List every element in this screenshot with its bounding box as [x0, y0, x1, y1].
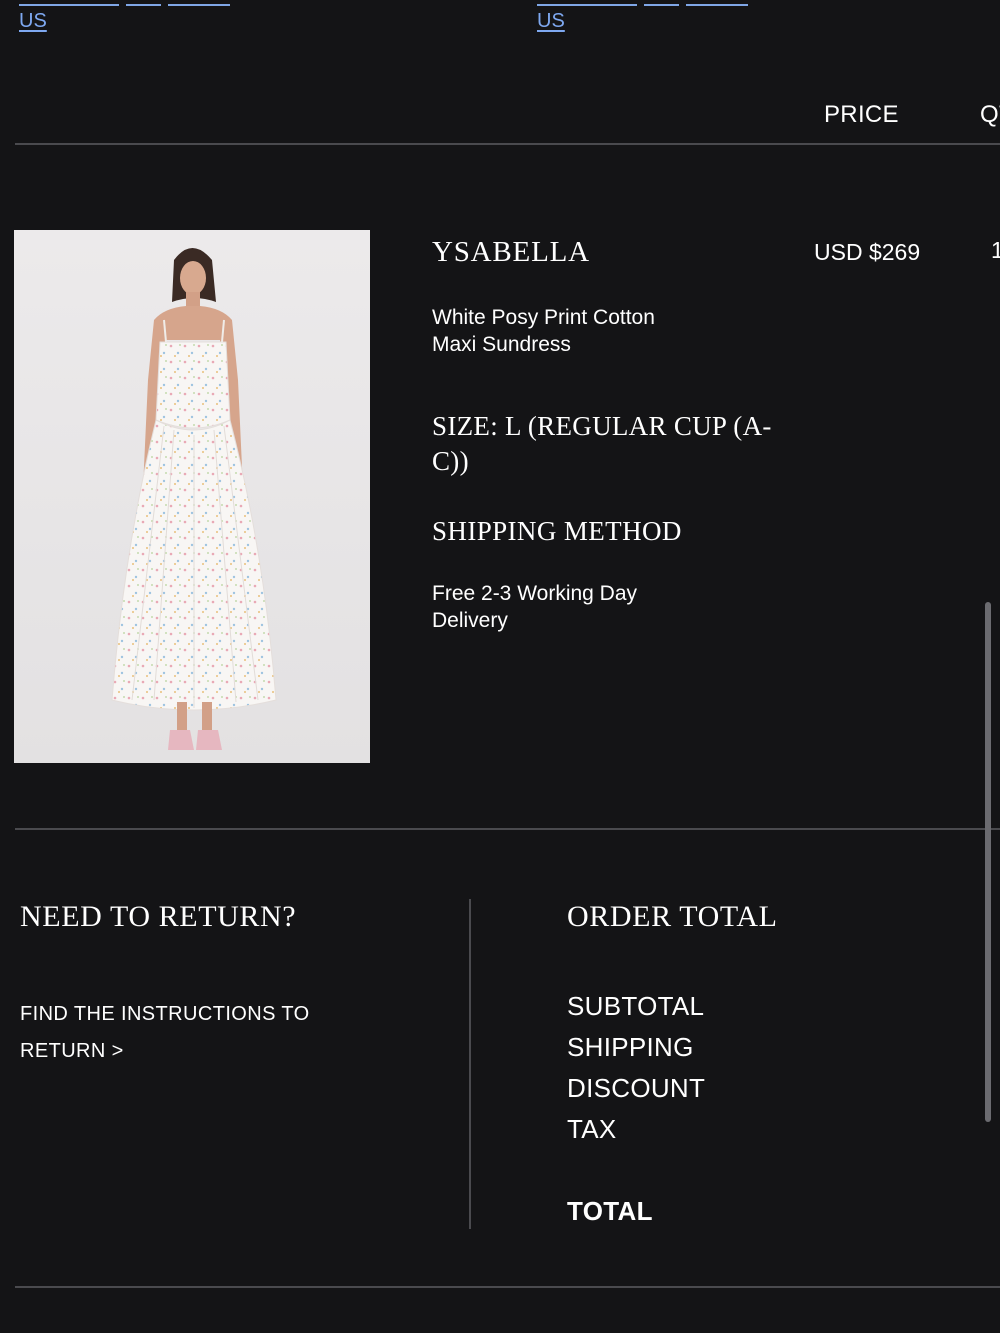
top-link-underlines	[0, 0, 1000, 8]
product-name[interactable]: YSABELLA	[432, 236, 590, 269]
product-description: White Posy Print Cotton Maxi Sundress	[432, 306, 655, 356]
discount-label: DISCOUNT	[567, 1073, 706, 1103]
item-price: USD $269	[814, 239, 921, 265]
shipping-label: SHIPPING	[567, 1032, 694, 1062]
subtotal-label: SUBTOTAL	[567, 991, 705, 1021]
return-instructions-link[interactable]: FIND THE INSTRUCTIONS TO RETURN >	[20, 996, 320, 1070]
item-quantity: 1	[991, 237, 1000, 263]
tax-label: TAX	[567, 1114, 617, 1144]
return-heading: NEED TO RETURN?	[20, 900, 297, 933]
total-label: TOTAL	[567, 1196, 653, 1226]
top-link-us-right[interactable]: US	[537, 10, 565, 33]
item-divider	[15, 828, 1000, 830]
product-image[interactable]	[14, 230, 370, 763]
shipping-method-value: Free 2-3 Working Day Delivery	[432, 582, 638, 632]
top-link-us-left[interactable]: US	[19, 10, 47, 33]
header-divider	[15, 143, 1000, 145]
qty-column-header: QT	[980, 101, 1000, 128]
scrollbar-thumb[interactable]	[985, 602, 991, 1122]
shipping-method-label: SHIPPING METHOD	[432, 516, 682, 546]
dress-illustration	[14, 230, 370, 763]
footer-divider	[15, 1286, 1000, 1288]
order-total-heading: ORDER TOTAL	[567, 900, 778, 933]
price-column-header: PRICE	[824, 101, 899, 128]
vertical-divider	[469, 899, 471, 1229]
product-size: SIZE: L (REGULAR CUP (A-C))	[432, 411, 772, 476]
